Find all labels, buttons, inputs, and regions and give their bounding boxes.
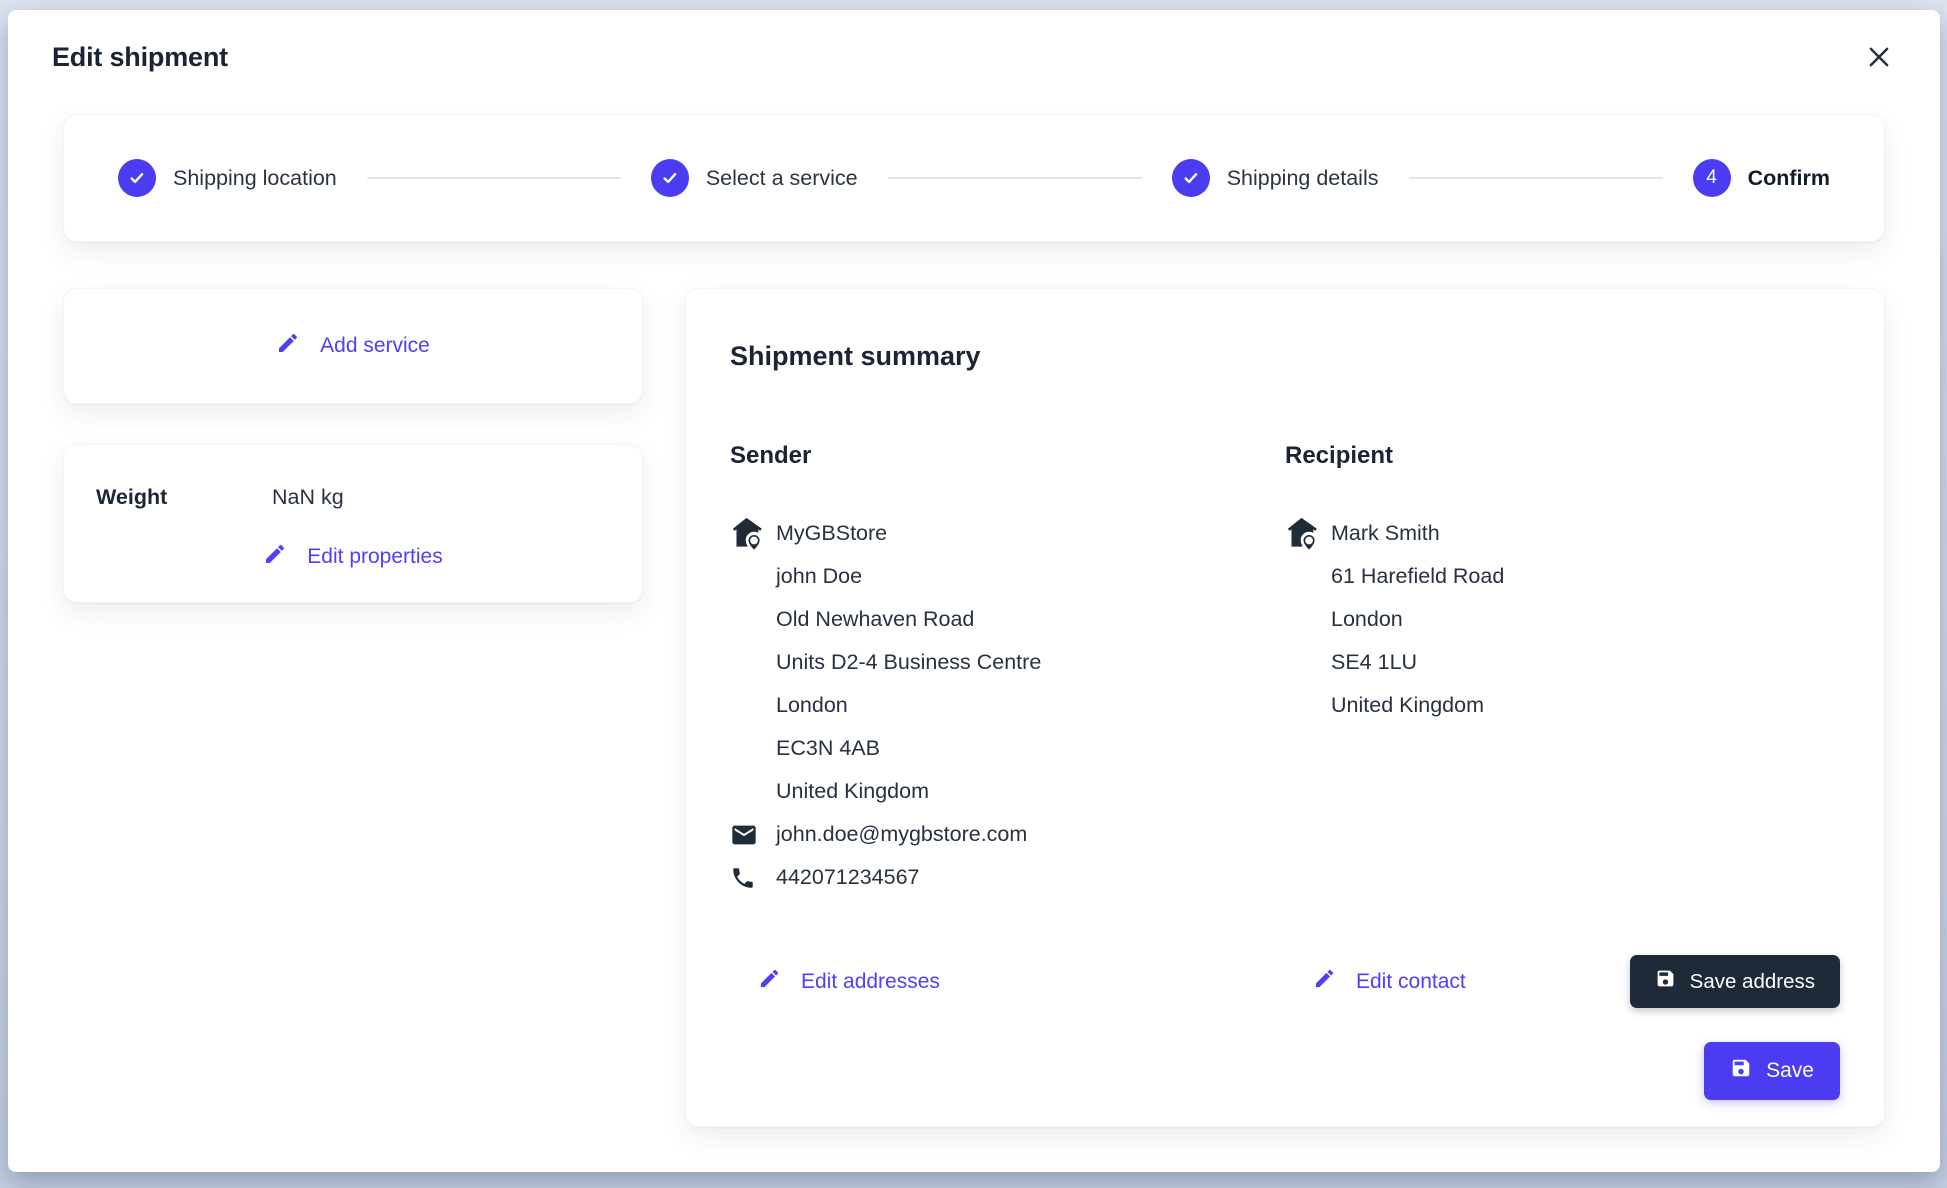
step-connector — [888, 177, 1142, 179]
close-icon — [1864, 42, 1894, 72]
step-shipping-location[interactable]: Shipping location — [118, 159, 337, 197]
sender-email-row: john.doe@mygbstore.com — [776, 813, 1285, 856]
address-line: Units D2-4 Business Centre — [776, 641, 1285, 684]
sender-address-block: MyGBStorejohn DoeOld Newhaven RoadUnits … — [730, 512, 1285, 899]
recipient-address-lines: Mark Smith61 Harefield RoadLondonSE4 1LU… — [1331, 512, 1840, 727]
step-shipping-details[interactable]: Shipping details — [1172, 159, 1379, 197]
step-complete-check-icon — [118, 159, 156, 197]
edit-properties-label: Edit properties — [307, 545, 442, 569]
footer-left: Edit addresses — [730, 967, 1285, 996]
edit-contact-link[interactable]: Edit contact — [1313, 967, 1466, 996]
sender-heading: Sender — [730, 442, 1285, 470]
modal-content: Add service Weight NaN kg Edit propertie… — [63, 288, 1885, 1127]
pencil-icon — [276, 331, 300, 361]
step-label: Confirm — [1748, 166, 1830, 191]
sender-address-lines: MyGBStorejohn DoeOld Newhaven RoadUnits … — [776, 512, 1285, 813]
close-button[interactable] — [1862, 40, 1896, 74]
address-line: MyGBStore — [776, 512, 1285, 555]
weight-row: Weight NaN kg — [64, 485, 642, 510]
left-column: Add service Weight NaN kg Edit propertie… — [63, 288, 643, 603]
step-connector — [1409, 177, 1663, 179]
address-line: London — [1331, 598, 1840, 641]
step-select-service[interactable]: Select a service — [651, 159, 858, 197]
step-confirm[interactable]: 4 Confirm — [1693, 159, 1830, 197]
step-label: Shipping location — [173, 166, 337, 191]
home-pin-icon — [728, 514, 765, 559]
edit-properties-link[interactable]: Edit properties — [263, 542, 442, 572]
add-service-link[interactable]: Add service — [276, 331, 430, 361]
step-connector — [367, 177, 621, 179]
pencil-icon — [263, 542, 287, 572]
sender-email: john.doe@mygbstore.com — [776, 822, 1027, 847]
summary-footer: Edit addresses Edit contact Save — [730, 955, 1840, 1008]
pencil-icon — [1313, 967, 1336, 996]
save-button[interactable]: Save — [1704, 1042, 1840, 1100]
sender-phone-row: 442071234567 — [776, 856, 1285, 899]
add-service-label: Add service — [320, 334, 430, 358]
address-line: Mark Smith — [1331, 512, 1840, 555]
recipient-address-block: Mark Smith61 Harefield RoadLondonSE4 1LU… — [1285, 512, 1840, 727]
summary-title: Shipment summary — [730, 341, 1840, 372]
pencil-icon — [758, 967, 781, 996]
home-pin-icon — [1283, 514, 1320, 559]
weight-label: Weight — [96, 485, 272, 510]
edit-addresses-label: Edit addresses — [801, 970, 940, 994]
weight-value: NaN kg — [272, 485, 344, 510]
step-number-badge: 4 — [1693, 159, 1731, 197]
sender-column: Sender MyGBStorejohn DoeOld Newhaven Roa… — [730, 442, 1285, 899]
step-label: Shipping details — [1227, 166, 1379, 191]
address-line: SE4 1LU — [1331, 641, 1840, 684]
address-line: Old Newhaven Road — [776, 598, 1285, 641]
save-label: Save — [1766, 1059, 1814, 1083]
recipient-heading: Recipient — [1285, 442, 1840, 470]
edit-contact-label: Edit contact — [1356, 970, 1466, 994]
properties-card: Weight NaN kg Edit properties — [63, 444, 643, 603]
save-address-button[interactable]: Save address — [1630, 955, 1840, 1008]
stepper: Shipping location Select a service Shipp… — [63, 114, 1885, 242]
address-line: EC3N 4AB — [776, 727, 1285, 770]
page-title: Edit shipment — [52, 42, 228, 73]
step-label: Select a service — [706, 166, 858, 191]
save-icon — [1730, 1057, 1752, 1085]
recipient-column: Recipient Mark Smith61 Harefield RoadLon… — [1285, 442, 1840, 899]
address-line: United Kingdom — [1331, 684, 1840, 727]
edit-shipment-modal: Edit shipment Shipping location Select a… — [8, 10, 1940, 1172]
edit-addresses-link[interactable]: Edit addresses — [758, 967, 940, 996]
save-row: Save — [730, 1042, 1840, 1100]
shipment-summary-card: Shipment summary Sender MyGBStorejohn Do… — [685, 288, 1885, 1127]
sender-phone: 442071234567 — [776, 865, 920, 890]
address-line: john Doe — [776, 555, 1285, 598]
footer-right: Edit contact Save address — [1285, 955, 1840, 1008]
phone-icon — [730, 865, 776, 891]
summary-columns: Sender MyGBStorejohn DoeOld Newhaven Roa… — [730, 442, 1840, 899]
save-address-label: Save address — [1690, 970, 1815, 994]
step-complete-check-icon — [651, 159, 689, 197]
address-line: London — [776, 684, 1285, 727]
save-icon — [1655, 968, 1676, 995]
address-line: 61 Harefield Road — [1331, 555, 1840, 598]
modal-header: Edit shipment — [44, 36, 1904, 74]
service-card: Add service — [63, 288, 643, 404]
step-complete-check-icon — [1172, 159, 1210, 197]
address-line: United Kingdom — [776, 770, 1285, 813]
mail-icon — [730, 821, 776, 849]
